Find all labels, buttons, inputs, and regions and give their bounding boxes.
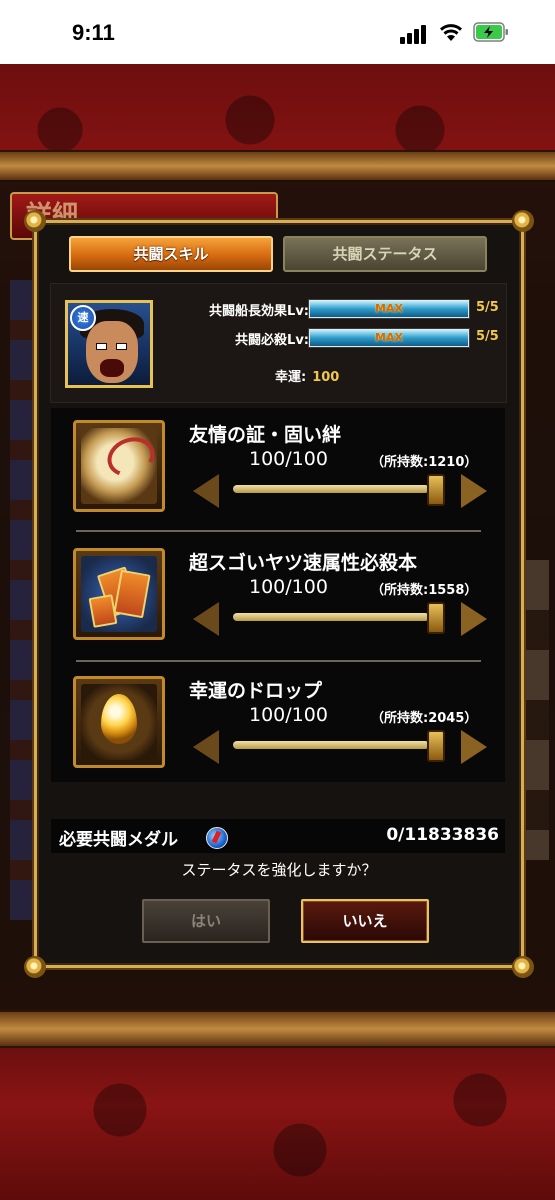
item-amount: 100/100 bbox=[249, 704, 328, 726]
increase-arrow-icon[interactable] bbox=[461, 602, 487, 636]
slider-handle[interactable] bbox=[427, 730, 445, 762]
increase-arrow-icon[interactable] bbox=[461, 730, 487, 764]
special-value: 5/5 bbox=[476, 329, 499, 344]
divider bbox=[76, 660, 481, 662]
wifi-icon bbox=[440, 24, 462, 41]
background-frame-top bbox=[0, 150, 555, 182]
item-owned: （所持数:1210） bbox=[371, 455, 478, 470]
amount-slider[interactable] bbox=[233, 485, 429, 493]
character-portrait: 速 bbox=[65, 300, 153, 388]
slider-handle[interactable] bbox=[427, 602, 445, 634]
status-bar: 9:11 bbox=[0, 0, 555, 64]
luck-row: 幸運: 100 bbox=[275, 370, 340, 385]
skill-book-icon bbox=[73, 548, 165, 640]
item-owned: （所持数:2045） bbox=[371, 711, 478, 726]
medal-label: 必要共闘メダル bbox=[59, 830, 178, 850]
strengthen-dialog: 共闘スキル 共闘ステータス 速 共闘船長効果Lv: MAX 5/5 共闘必殺Lv… bbox=[24, 210, 534, 978]
amount-slider[interactable] bbox=[233, 613, 429, 621]
item-amount: 100/100 bbox=[249, 576, 328, 598]
captain-effect-value: 5/5 bbox=[476, 300, 499, 315]
item-owned: （所持数:1558） bbox=[371, 583, 478, 598]
special-bar: MAX bbox=[309, 329, 469, 347]
item-name: 幸運のドロップ bbox=[189, 680, 323, 702]
captain-effect-bar: MAX bbox=[309, 300, 469, 318]
decrease-arrow-icon[interactable] bbox=[193, 602, 219, 636]
luck-drop-icon bbox=[73, 676, 165, 768]
rope-scroll-icon bbox=[73, 420, 165, 512]
corner-ornament bbox=[24, 956, 46, 978]
tab-coop-status[interactable]: 共闘ステータス bbox=[283, 236, 487, 272]
decrease-arrow-icon[interactable] bbox=[193, 730, 219, 764]
type-badge: 速 bbox=[70, 305, 96, 331]
item-name: 友情の証・固い絆 bbox=[189, 424, 342, 446]
member-summary: 速 共闘船長効果Lv: MAX 5/5 共闘必殺Lv: MAX 5/5 幸運: 1… bbox=[50, 283, 507, 403]
list-item: 友情の証・固い絆 100/100 （所持数:1210） bbox=[51, 408, 505, 528]
amount-slider[interactable] bbox=[233, 741, 429, 749]
increase-arrow-icon[interactable] bbox=[461, 474, 487, 508]
dialog-tabs: 共闘スキル 共闘ステータス bbox=[69, 236, 489, 272]
tab-coop-skill[interactable]: 共闘スキル bbox=[69, 236, 273, 272]
no-button[interactable]: いいえ bbox=[301, 899, 429, 943]
battery-charging-icon bbox=[473, 22, 508, 42]
confirm-question: ステータスを強化しますか？ bbox=[181, 861, 377, 879]
list-item: 超スゴいヤツ速属性必殺本 100/100 （所持数:1558） bbox=[51, 536, 505, 656]
medal-value: 0/11833836 bbox=[386, 825, 499, 845]
corner-ornament bbox=[512, 956, 534, 978]
required-medal-row: 必要共闘メダル 0/11833836 bbox=[51, 819, 505, 853]
material-list: 友情の証・固い絆 100/100 （所持数:1210） 超スゴいヤツ速属性必殺本… bbox=[51, 408, 505, 782]
luck-value: 100 bbox=[312, 370, 340, 385]
yes-button[interactable]: はい bbox=[142, 899, 270, 943]
corner-ornament bbox=[512, 210, 534, 232]
cellular-signal-icon bbox=[400, 24, 430, 44]
medal-icon bbox=[206, 827, 228, 849]
corner-ornament bbox=[24, 210, 46, 232]
item-name: 超スゴいヤツ速属性必殺本 bbox=[189, 552, 418, 574]
background-frame-bottom bbox=[0, 1010, 555, 1048]
item-amount: 100/100 bbox=[249, 448, 328, 470]
decrease-arrow-icon[interactable] bbox=[193, 474, 219, 508]
divider bbox=[76, 530, 481, 532]
slider-handle[interactable] bbox=[427, 474, 445, 506]
list-item: 幸運のドロップ 100/100 （所持数:2045） bbox=[51, 664, 505, 784]
status-time: 9:11 bbox=[72, 20, 115, 45]
